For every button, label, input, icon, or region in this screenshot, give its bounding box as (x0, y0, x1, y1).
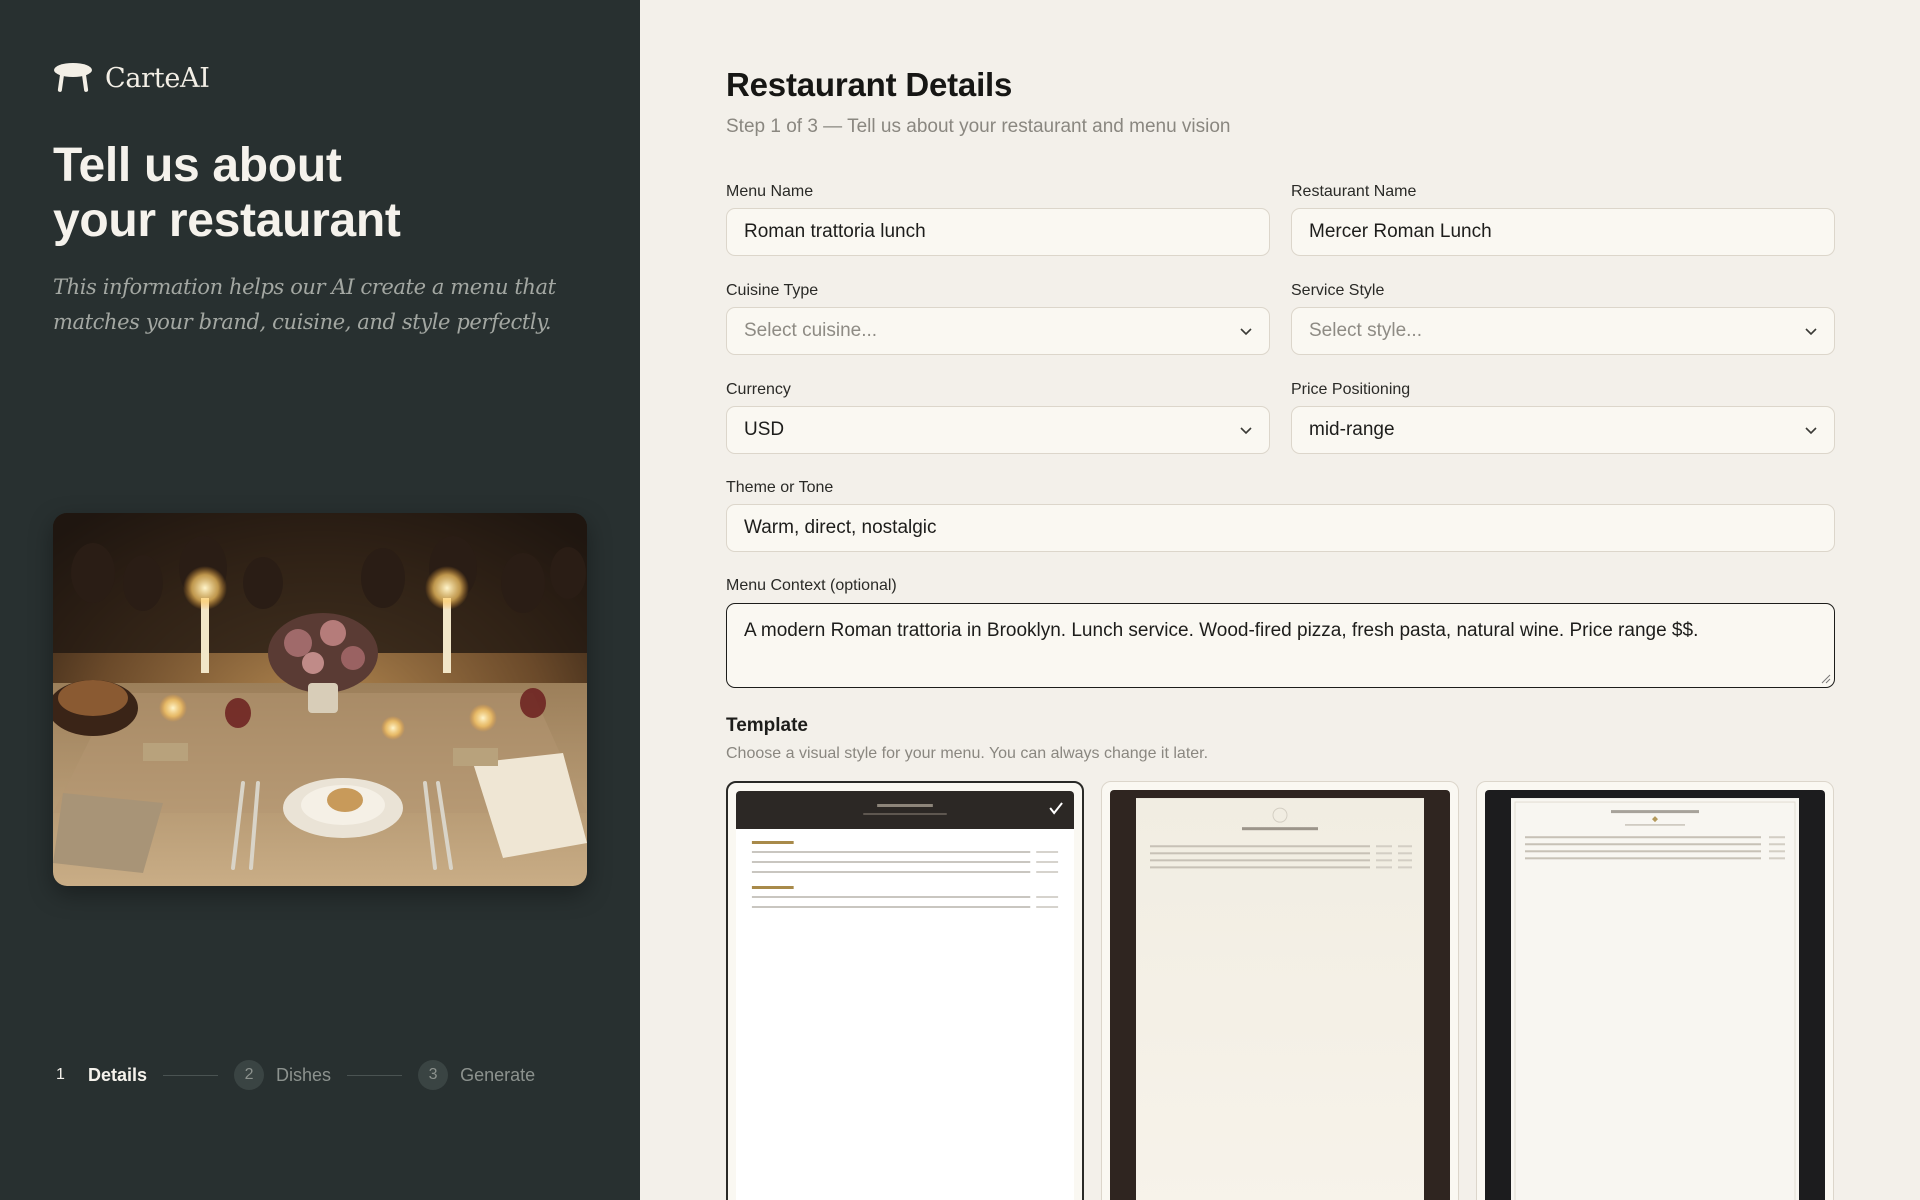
restaurant-photo (53, 513, 587, 886)
hero-subtitle: This information helps our AI create a m… (53, 275, 556, 334)
hero-title-line1: Tell us about (53, 139, 342, 192)
step-indicator: 1 Details 2 Dishes 3 Generate (56, 1060, 535, 1090)
service-style-select[interactable]: Select style... (1291, 307, 1835, 355)
step-number: 3 (418, 1060, 449, 1090)
context-textarea[interactable]: A modern Roman trattoria in Brooklyn. Lu… (726, 603, 1835, 688)
chevron-down-icon (1805, 427, 1817, 435)
step-divider (347, 1074, 403, 1076)
step-number: 2 (234, 1060, 265, 1090)
template-card-black-frame[interactable] (1476, 781, 1834, 1200)
step-divider (163, 1074, 219, 1076)
restaurant-name-input[interactable]: Mercer Roman Lunch (1291, 208, 1835, 256)
chevron-down-icon (1240, 328, 1252, 336)
theme-label: Theme or Tone (726, 479, 834, 496)
service-style-placeholder: Select style... (1309, 320, 1422, 341)
cuisine-type-label: Cuisine Type (726, 282, 819, 299)
step-label: Dishes (276, 1064, 332, 1085)
chevron-down-icon (1805, 328, 1817, 336)
price-positioning-label: Price Positioning (1291, 381, 1411, 398)
currency-value: USD (744, 419, 785, 440)
step-generate[interactable]: 3 Generate (418, 1060, 535, 1090)
brand-name: CarteAI (105, 62, 210, 94)
step-number: 1 (56, 1066, 65, 1083)
context-value: A modern Roman trattoria in Brooklyn. Lu… (744, 620, 1699, 641)
step-label: Generate (460, 1064, 536, 1085)
hero-title-line2: your restaurant (53, 194, 401, 247)
price-positioning-select[interactable]: mid-range (1291, 406, 1835, 454)
step-label: Details (88, 1064, 148, 1085)
left-panel: CarteAI Tell us about your restaurant Th… (0, 0, 640, 1200)
template-title: Template (726, 715, 809, 736)
price-positioning-value: mid-range (1309, 419, 1395, 440)
table-icon (54, 63, 92, 92)
template-subtitle: Choose a visual style for your menu. You… (726, 745, 1209, 762)
hero-title: Tell us about your restaurant (53, 138, 593, 248)
restaurant-name-label: Restaurant Name (1291, 183, 1417, 200)
currency-select[interactable]: USD (726, 406, 1270, 454)
step-dishes[interactable]: 2 Dishes (234, 1060, 331, 1090)
page-subtitle: Step 1 of 3 — Tell us about your restaur… (726, 116, 1231, 137)
template-card-dark-header[interactable] (726, 781, 1084, 1200)
menu-name-input[interactable]: Roman trattoria lunch (726, 208, 1270, 256)
chevron-down-icon (1240, 427, 1252, 435)
cuisine-type-select[interactable]: Select cuisine... (726, 307, 1270, 355)
currency-label: Currency (726, 381, 791, 398)
resize-handle-icon[interactable] (1821, 674, 1831, 684)
form-panel: Restaurant Details Step 1 of 3 — Tell us… (640, 0, 1920, 1200)
page-title: Restaurant Details (726, 66, 1013, 103)
theme-input[interactable]: Warm, direct, nostalgic (726, 504, 1835, 552)
brand[interactable]: CarteAI (53, 62, 210, 94)
service-style-label: Service Style (1291, 282, 1385, 299)
step-details[interactable]: 1 Details (56, 1060, 147, 1090)
cuisine-type-placeholder: Select cuisine... (744, 320, 878, 341)
menu-name-label: Menu Name (726, 183, 814, 200)
template-card-brown-frame[interactable] (1101, 781, 1459, 1200)
context-label: Menu Context (optional) (726, 577, 897, 594)
